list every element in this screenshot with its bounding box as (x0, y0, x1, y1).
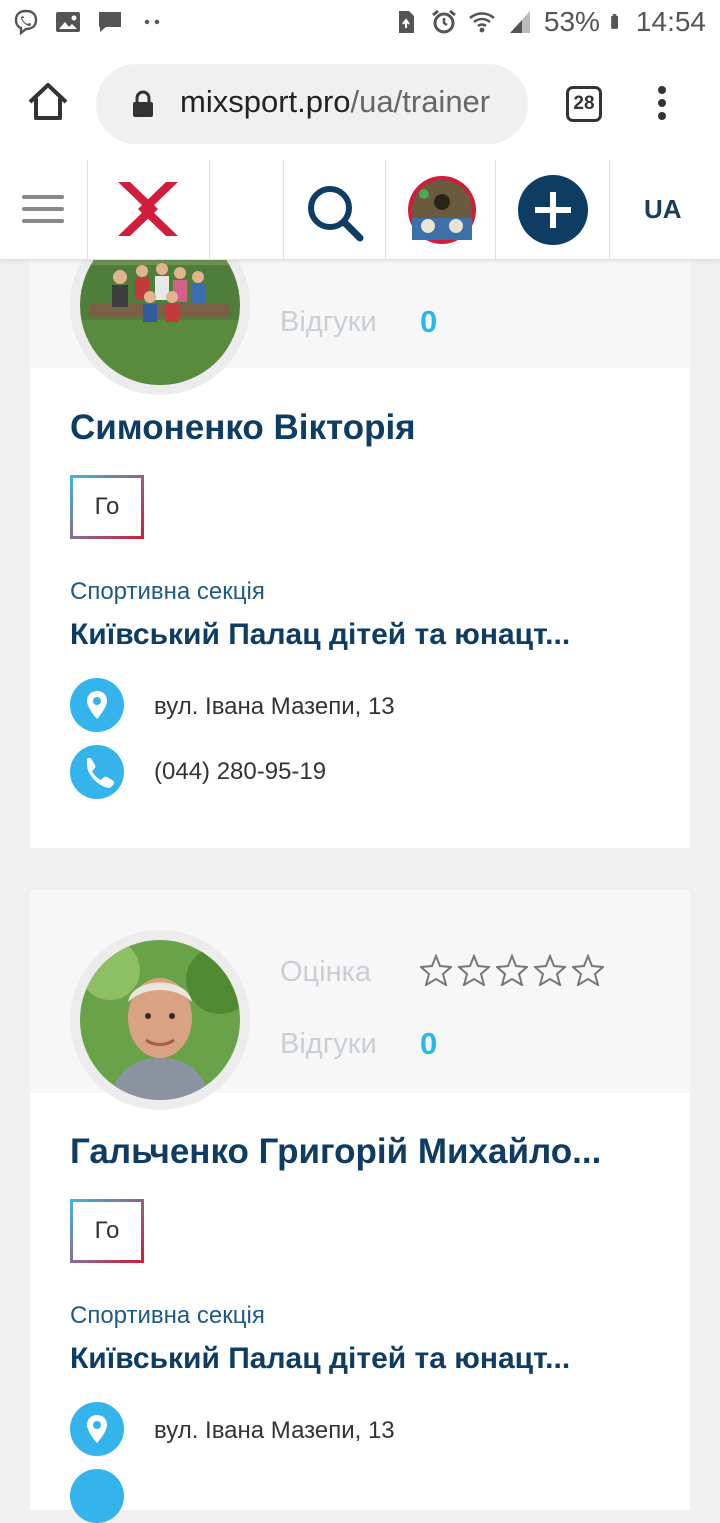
trainer-card[interactable]: Оцінка Відгуки 0 Гальченко Григорій Миха… (30, 890, 690, 1523)
sport-tag[interactable]: Го (70, 475, 144, 539)
battery-percent: 53% (543, 6, 600, 37)
status-bar: 53% 14:54 (0, 0, 720, 50)
site-logo[interactable] (88, 160, 210, 260)
section-name[interactable]: Київський Палац дітей та юнацт... (70, 618, 570, 652)
mixsport-logo-icon (118, 182, 178, 236)
alarm-icon (431, 9, 456, 34)
gallery-icon (56, 12, 80, 32)
address-text: вул. Івана Мазепи, 13 (154, 693, 395, 720)
avatar (408, 176, 476, 244)
location-icon (70, 1402, 124, 1456)
section-type-label: Спортивна секція (70, 1302, 265, 1329)
trainer-photo (80, 940, 240, 1100)
rating-stars[interactable] (420, 954, 604, 986)
plus-icon (518, 175, 588, 245)
trainer-name[interactable]: Симоненко Вікторія (70, 408, 416, 448)
section-name[interactable]: Київський Палац дітей та юнацт... (70, 1342, 570, 1376)
phone-icon[interactable] (70, 745, 124, 799)
profile-button[interactable] (386, 160, 496, 260)
rating-label: Оцінка (280, 956, 372, 988)
header-spacer (210, 160, 284, 260)
trainer-photo-frame (70, 930, 250, 1110)
wifi-icon (469, 12, 495, 33)
language-switcher[interactable]: UA (644, 194, 682, 225)
tab-switcher-button[interactable]: 28 (566, 86, 602, 122)
message-icon (99, 12, 121, 32)
phone-icon[interactable] (70, 1469, 124, 1523)
home-icon[interactable] (26, 80, 70, 124)
url-path: /ua/trainer (350, 84, 491, 119)
section-type-label: Спортивна секція (70, 578, 265, 605)
hamburger-menu-icon[interactable] (0, 160, 88, 260)
clock: 14:54 (635, 6, 706, 37)
battery-icon (611, 14, 618, 29)
signal-icon (509, 11, 530, 33)
search-button[interactable] (284, 160, 386, 260)
reviews-label: Відгуки (280, 306, 377, 338)
address-text: вул. Івана Мазепи, 13 (154, 1417, 395, 1444)
star-icon[interactable] (572, 954, 604, 986)
sport-tag[interactable]: Го (70, 1199, 144, 1263)
phone-number[interactable]: (044) 280-95-19 (154, 758, 326, 786)
url-domain: mixsport.pro (180, 84, 351, 119)
browser-toolbar: mixsport.pro/ua/trainer 28 (0, 50, 720, 160)
site-header: UA (0, 160, 720, 260)
reviews-count[interactable]: 0 (420, 304, 437, 340)
system-icons: 53% 14:54 (392, 6, 706, 38)
viber-icon (14, 9, 38, 36)
star-icon[interactable] (534, 954, 566, 986)
url-text: mixsport.pro/ua/trainer (180, 84, 490, 120)
browser-menu-icon[interactable] (652, 86, 672, 126)
star-icon[interactable] (458, 954, 490, 986)
star-icon[interactable] (420, 954, 452, 986)
search-icon (308, 186, 364, 242)
sim-icon (398, 11, 414, 33)
reviews-count[interactable]: 0 (420, 1026, 437, 1062)
lock-icon (133, 90, 153, 117)
location-icon (70, 678, 124, 732)
more-dots-icon (144, 19, 160, 25)
notification-icons (12, 8, 166, 36)
trainer-card[interactable]: Відгуки 0 Симоненко Вікторія Го Спортивн… (30, 190, 690, 848)
address-bar[interactable]: mixsport.pro/ua/trainer (96, 64, 528, 144)
trainer-name[interactable]: Гальченко Григорій Михайло... (70, 1132, 601, 1172)
star-icon[interactable] (496, 954, 528, 986)
add-button[interactable] (496, 160, 610, 260)
reviews-label: Відгуки (280, 1028, 377, 1060)
